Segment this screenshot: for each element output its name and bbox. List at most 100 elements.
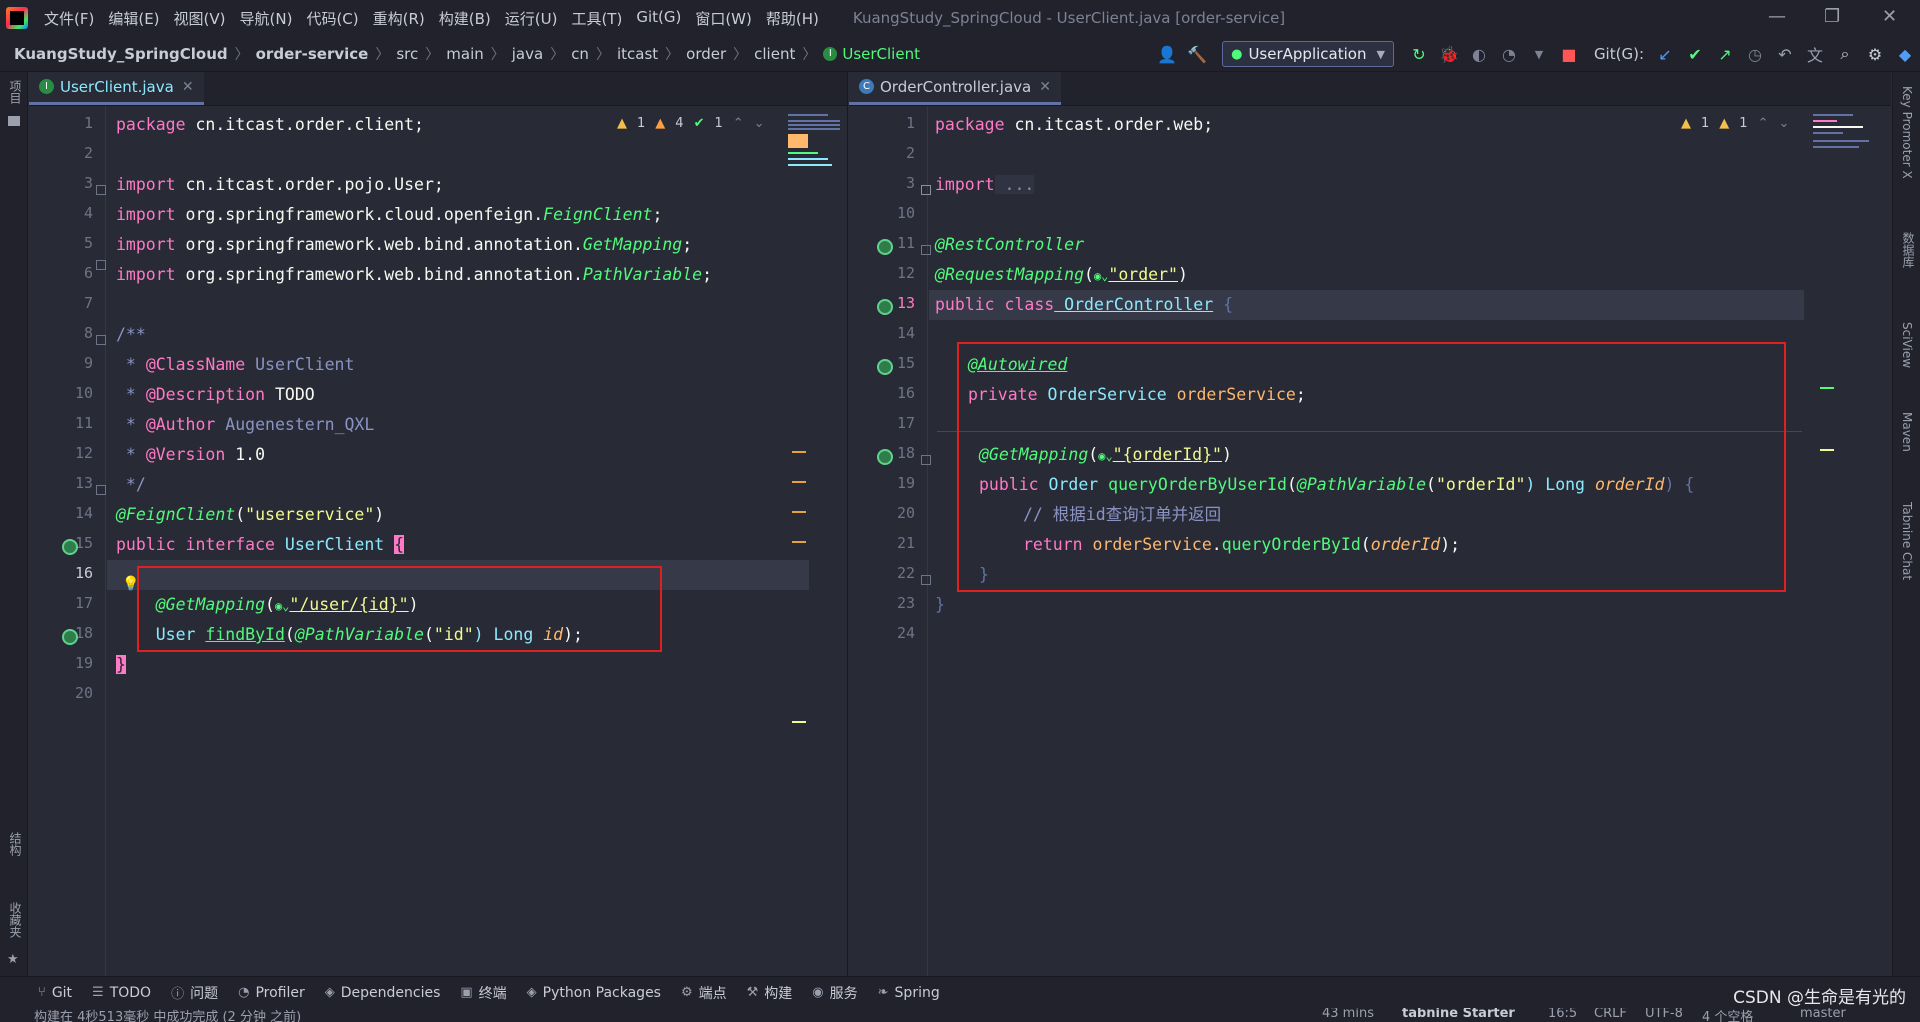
menu-file[interactable]: 文件(F) [44, 8, 94, 29]
fold-icon[interactable] [921, 455, 931, 465]
inspection-widget[interactable]: ▲ 1 ▲ 4 ✔ 1 ⌃ ⌄ [617, 116, 765, 131]
fold-icon[interactable] [921, 245, 931, 255]
file-encoding[interactable]: UTF-8 [1645, 1008, 1683, 1021]
menu-tools[interactable]: 工具(T) [571, 8, 622, 29]
stop-icon[interactable]: ■ [1558, 43, 1580, 65]
breadcrumb-module[interactable]: order-service [256, 45, 369, 63]
breadcrumb-main[interactable]: main [446, 45, 483, 63]
menu-navigate[interactable]: 导航(N) [240, 8, 293, 29]
dependencies-tool-button[interactable]: ◈ Dependencies [325, 985, 441, 1001]
breadcrumb-project[interactable]: KuangStudy_SpringCloud [14, 45, 228, 63]
spring-bean-gutter-icon[interactable] [877, 239, 893, 255]
close-tab-icon[interactable]: ✕ [182, 79, 194, 95]
feign-client-gutter-icon[interactable] [62, 539, 78, 555]
tab-ordercontroller[interactable]: C OrderController.java ✕ [849, 72, 1061, 105]
menu-build[interactable]: 构建(B) [439, 8, 491, 29]
fold-icon[interactable] [96, 335, 106, 345]
code-editor-right[interactable]: 1 2 3 10 11 12 13 14 15 16 17 18 19 20 2… [849, 106, 1891, 976]
build-hammer-icon[interactable]: 🔨 [1186, 43, 1208, 65]
git-rollback-icon[interactable]: ↶ [1774, 43, 1796, 65]
settings-gear-icon[interactable]: ⚙ [1864, 43, 1886, 65]
menu-view[interactable]: 视图(V) [174, 8, 226, 29]
run-config-select[interactable]: ● UserApplication ▼ [1222, 41, 1394, 67]
menu-window[interactable]: 窗口(W) [695, 8, 752, 29]
python-packages-tool-button[interactable]: ◈ Python Packages [527, 985, 661, 1001]
code-editor-left[interactable]: 1 2 3 4 5 6 7 8 9 10 11 12 13 14 15 16 1… [29, 106, 847, 976]
build-tool-button[interactable]: ⚒ 构建 [747, 983, 793, 1003]
menu-refactor[interactable]: 重构(R) [373, 8, 425, 29]
git-push-icon[interactable]: ↗ [1714, 43, 1736, 65]
git-branch[interactable]: master [1800, 1008, 1846, 1021]
fold-icon[interactable] [921, 575, 931, 585]
breadcrumb-cn[interactable]: cn [571, 45, 589, 63]
breadcrumb-client[interactable]: client [754, 45, 795, 63]
warning-stripe-marker[interactable] [792, 511, 806, 513]
services-tool-button[interactable]: ◉ 服务 [812, 983, 857, 1003]
feign-endpoint-gutter-icon[interactable] [62, 629, 78, 645]
menu-edit[interactable]: 编辑(E) [108, 8, 159, 29]
indent-setting[interactable]: 4 个空格 [1702, 1008, 1753, 1022]
warning-stripe-marker[interactable] [792, 451, 806, 453]
intellij-logo-icon[interactable] [6, 7, 28, 29]
git-update-icon[interactable]: ↙ [1654, 43, 1676, 65]
warning-stripe-marker[interactable] [1820, 449, 1834, 451]
warning-stripe-marker[interactable] [792, 721, 806, 723]
endpoints-tool-button[interactable]: ⚙ 端点 [681, 983, 727, 1003]
spring-tool-button[interactable]: ❧ Spring [878, 985, 940, 1001]
user-icon[interactable]: 👤 [1156, 43, 1178, 65]
fold-icon[interactable] [96, 260, 106, 270]
plugin-logo-icon[interactable]: ◆ [1894, 43, 1916, 65]
profile-icon[interactable]: ◔ [1498, 43, 1520, 65]
status-message[interactable]: 构建在 4秒513毫秒 中成功完成 (2 分钟 之前) [34, 1008, 301, 1022]
problems-tool-button[interactable]: ⓘ 问题 [171, 983, 218, 1003]
tabnine-status[interactable]: tabnine Starter [1402, 1008, 1515, 1021]
more-run-dropdown-icon[interactable]: ▼ [1528, 43, 1550, 65]
project-tool-button[interactable]: 项目 [7, 80, 24, 104]
inspection-widget[interactable]: ▲ 1 ▲ 1 ⌃ ⌄ [1681, 116, 1789, 131]
favorites-tool-button[interactable]: 收藏夹 [7, 902, 24, 938]
close-tab-icon[interactable]: ✕ [1039, 79, 1051, 95]
close-window-icon[interactable]: ✕ [1882, 6, 1897, 27]
minimap[interactable] [780, 106, 842, 246]
database-tool-button[interactable]: 数据库 [1900, 232, 1917, 268]
translate-icon[interactable]: 文 [1804, 43, 1826, 65]
menu-help[interactable]: 帮助(H) [766, 8, 819, 29]
endpoint-gutter-icon[interactable] [877, 449, 893, 465]
autowired-gutter-icon[interactable] [877, 359, 893, 375]
key-promoter-tool-button[interactable]: Key Promoter X [1900, 86, 1914, 179]
profiler-tool-button[interactable]: ◔ Profiler [238, 985, 305, 1001]
menu-code[interactable]: 代码(C) [306, 8, 358, 29]
line-separator[interactable]: CRLF [1594, 1008, 1627, 1021]
tab-userclient[interactable]: I UserClient.java ✕ [29, 72, 204, 105]
expand-fold-icon[interactable] [921, 185, 931, 195]
minimap[interactable] [1809, 106, 1871, 246]
breadcrumb-src[interactable]: src [396, 45, 418, 63]
breadcrumb-class[interactable]: UserClient [842, 45, 920, 63]
git-tool-button[interactable]: ⑂ Git [38, 985, 72, 1001]
maven-tool-button[interactable]: Maven [1900, 412, 1914, 452]
git-history-icon[interactable]: ◷ [1744, 43, 1766, 65]
coverage-icon[interactable]: ◐ [1468, 43, 1490, 65]
menu-run[interactable]: 运行(U) [505, 8, 558, 29]
warning-stripe-marker[interactable] [792, 481, 806, 483]
breadcrumb-order[interactable]: order [686, 45, 726, 63]
change-stripe-marker[interactable] [1820, 387, 1834, 389]
sciview-tool-button[interactable]: SciView [1900, 322, 1914, 368]
warning-stripe-marker[interactable] [792, 541, 806, 543]
caret-position[interactable]: 16:5 [1548, 1008, 1577, 1021]
breadcrumb-itcast[interactable]: itcast [617, 45, 658, 63]
restore-icon[interactable]: ❐ [1824, 6, 1840, 27]
menu-git[interactable]: Git(G) [636, 8, 681, 29]
minimize-icon[interactable]: — [1768, 6, 1786, 27]
breadcrumb-java[interactable]: java [512, 45, 543, 63]
todo-tool-button[interactable]: ☰ TODO [92, 985, 151, 1001]
structure-tool-button[interactable]: 结构 [7, 832, 24, 856]
fold-icon[interactable] [96, 485, 106, 495]
terminal-tool-button[interactable]: ▣ 终端 [460, 983, 506, 1003]
fold-icon[interactable] [96, 185, 106, 195]
git-commit-check-icon[interactable]: ✔ [1684, 43, 1706, 65]
tabnine-chat-tool-button[interactable]: Tabnine Chat [1900, 502, 1914, 580]
web-endpoint-icon[interactable]: ◉⌄ [1094, 269, 1108, 283]
debug-bug-icon[interactable]: 🐞 [1438, 43, 1460, 65]
tabnine-timer[interactable]: 43 mins [1322, 1008, 1374, 1021]
